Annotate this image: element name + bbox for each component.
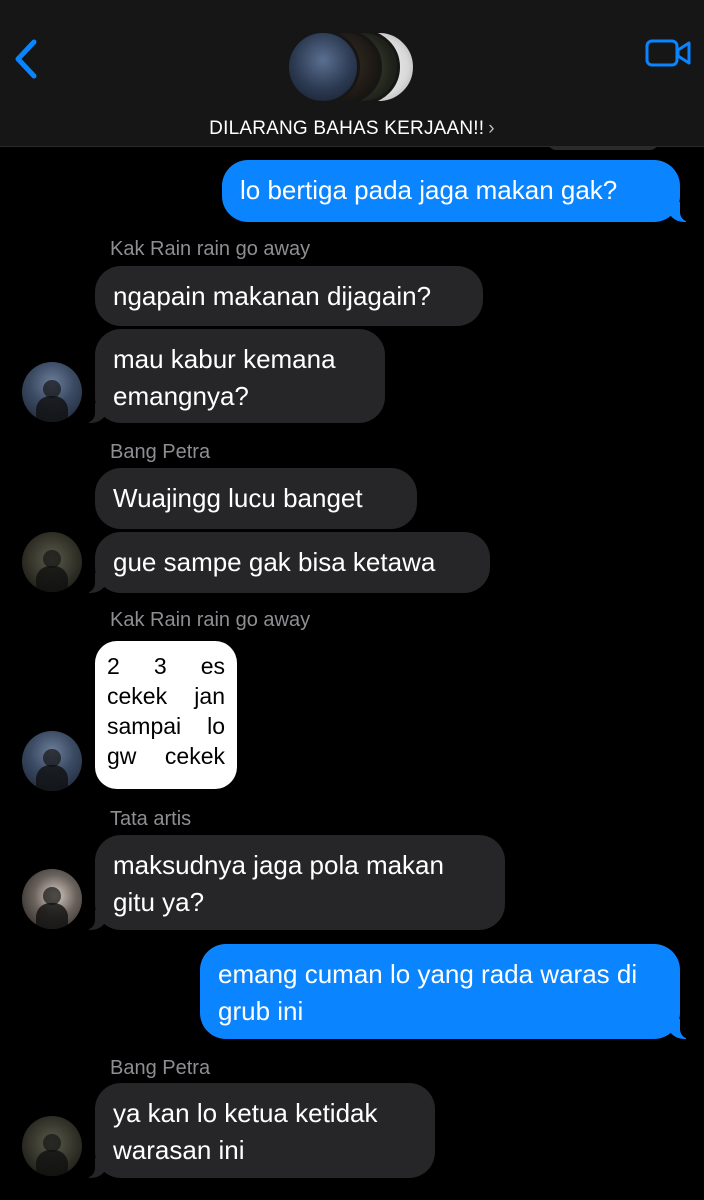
message-text: mau kabur kemana emangnya? xyxy=(113,344,336,411)
sticker-word: cekek xyxy=(164,743,225,769)
message-text: gue sampe gak bisa ketawa xyxy=(113,547,436,577)
chat-header: DILARANG BAHAS KERJAAN!! › xyxy=(0,0,704,147)
incoming-message-bubble[interactable]: ngapain makanan dijagain? xyxy=(95,266,483,326)
group-avatar-stack[interactable] xyxy=(286,30,418,106)
sticker-word: cekek xyxy=(107,683,168,709)
outgoing-message-bubble[interactable]: emang cuman lo yang rada waras di grub i… xyxy=(200,944,694,1039)
message-text: Wuajingg lucu banget xyxy=(113,483,363,513)
chevron-right-icon: › xyxy=(488,118,495,139)
message-text: ngapain makanan dijagain? xyxy=(113,281,432,311)
group-name: DILARANG BAHAS KERJAAN!! xyxy=(209,118,485,139)
sticker-word: gw xyxy=(107,743,137,769)
sender-avatar[interactable] xyxy=(22,731,82,791)
message-text: maksudnya jaga pola makan gitu ya? xyxy=(113,850,444,917)
sticker-word: jan xyxy=(194,683,225,709)
incoming-message-bubble[interactable]: mau kabur kemana emangnya? xyxy=(81,329,385,423)
sticker-word: lo xyxy=(207,713,225,739)
sticker-message[interactable]: 2 3 es cekek jan sampai lo gw cekek xyxy=(95,641,237,789)
incoming-message-bubble[interactable]: ya kan lo ketua ketidak warasan ini xyxy=(81,1083,435,1178)
message-text: ya kan lo ketua ketidak warasan ini xyxy=(113,1098,378,1165)
sticker-word: es xyxy=(200,653,225,679)
incoming-message-bubble[interactable]: Wuajingg lucu banget xyxy=(95,468,417,529)
sender-name: Bang Petra xyxy=(110,1057,211,1079)
group-name-button[interactable]: DILARANG BAHAS KERJAAN!! › xyxy=(0,118,704,140)
video-camera-icon[interactable] xyxy=(644,38,692,68)
sticker-line: cekek jan xyxy=(107,681,225,711)
sticker-word: 3 xyxy=(153,653,167,679)
sender-name: Kak Rain rain go away xyxy=(110,238,311,260)
sender-avatar[interactable] xyxy=(22,869,82,929)
sticker-line: gw cekek xyxy=(107,741,225,771)
sender-name: Bang Petra xyxy=(110,441,211,463)
incoming-message-bubble[interactable]: gue sampe gak bisa ketawa xyxy=(81,532,490,593)
sticker-line: 2 3 es xyxy=(107,651,225,681)
sender-avatar[interactable] xyxy=(22,362,82,422)
sticker-line: sampai lo xyxy=(107,711,225,741)
outgoing-message-bubble[interactable]: lo bertiga pada jaga makan gak? xyxy=(222,160,694,222)
sender-avatar[interactable] xyxy=(22,1116,82,1176)
sticker-word: sampai xyxy=(107,713,182,739)
chevron-left-icon[interactable] xyxy=(12,38,42,80)
message-text: emang cuman lo yang rada waras di grub i… xyxy=(218,959,638,1026)
sender-name: Kak Rain rain go away xyxy=(110,609,311,631)
incoming-message-bubble[interactable]: maksudnya jaga pola makan gitu ya? xyxy=(81,835,505,930)
group-member-avatar xyxy=(286,30,360,104)
sender-name: Tata artis xyxy=(110,808,192,830)
sticker-word: 2 xyxy=(107,653,120,679)
message-text: lo bertiga pada jaga makan gak? xyxy=(240,175,618,205)
sender-avatar[interactable] xyxy=(22,532,82,592)
